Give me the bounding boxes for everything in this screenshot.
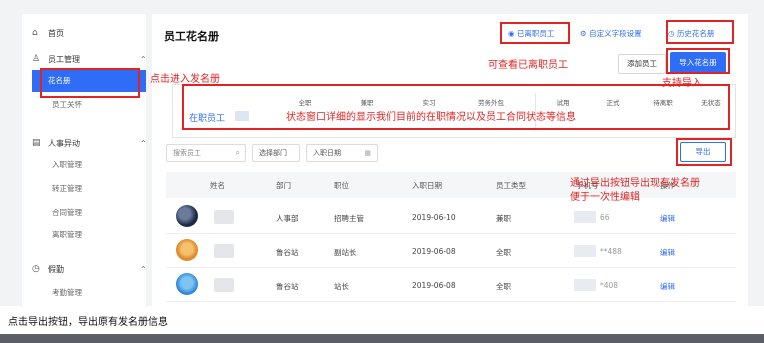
user-icon: ♙ — [32, 54, 41, 64]
annotation-status-detail: 状态窗口详细的显示我们目前的在职情况以及员工合同状态等信息 — [286, 112, 576, 123]
chevron-up-icon: ⌃ — [140, 264, 147, 274]
avatar — [176, 205, 198, 227]
annotation-box-departed — [500, 22, 570, 44]
column-header: 入职日期 — [412, 181, 442, 190]
sidebar-item-leave[interactable]: 离职管理 — [52, 228, 82, 242]
blurred-name — [214, 210, 234, 224]
table-row[interactable]: 鲁谷站 站长 2019-06-08 全职 *408 编辑 — [166, 268, 736, 302]
chevron-up-icon: ⌃ — [140, 54, 147, 64]
cell-phone: 66 — [600, 213, 610, 222]
column-header: 职位 — [334, 181, 349, 190]
cell-type: 全职 — [496, 248, 511, 257]
page-title: 员工花名册 — [164, 30, 219, 43]
annotation-view-departed: 可查看已离职员工 — [488, 60, 568, 71]
column-header: 部门 — [276, 181, 291, 190]
cell-position: 副站长 — [334, 248, 357, 257]
blurred-name — [214, 278, 234, 292]
avatar — [176, 273, 198, 295]
sidebar-item-home[interactable]: ⌂ 首页 — [32, 24, 64, 42]
edit-link[interactable]: 编辑 — [660, 247, 675, 258]
sidebar-group-hr[interactable]: ▤ 人事异动 ⌃ — [32, 134, 147, 152]
edit-link[interactable]: 编辑 — [660, 213, 675, 224]
edit-link[interactable]: 编辑 — [660, 281, 675, 292]
annotation-box-history — [666, 20, 734, 44]
annotation-box-status — [182, 84, 730, 130]
caption: 点击导出按钮，导出原有发名册信息 — [8, 317, 168, 328]
sidebar-item-onboard[interactable]: 入职管理 — [52, 158, 82, 172]
clock-icon: ◷ — [32, 264, 40, 274]
sidebar-group-label: 假勤 — [48, 264, 64, 274]
column-header: 员工类型 — [496, 181, 526, 190]
cell-type: 兼职 — [496, 214, 511, 223]
annotation-box-export — [676, 138, 732, 166]
cell-date: 2019-06-08 — [412, 247, 456, 256]
screenshot-area: ⌂ 首页 ♙ 员工管理 ⌃ 花名册 员工关怀 ▤ 人事异动 ⌃ 入职管理 转正管… — [0, 0, 764, 306]
cell-dept: 鲁谷站 — [276, 282, 299, 291]
annotation-support-import: 支持导入 — [662, 78, 702, 89]
sidebar-group-label: 人事异动 — [48, 138, 80, 148]
cell-date: 2019-06-10 — [412, 213, 456, 222]
cell-phone: *408 — [600, 281, 619, 290]
column-header: 姓名 — [210, 181, 225, 190]
table-row[interactable]: 鲁谷站 副站长 2019-06-08 全职 **488 编辑 — [166, 234, 736, 268]
search-input[interactable]: 搜索员工 ⌕ — [166, 144, 246, 162]
next-screenshot-strip — [0, 334, 764, 343]
sidebar: ⌂ 首页 ♙ 员工管理 ⌃ 花名册 员工关怀 ▤ 人事异动 ⌃ 入职管理 转正管… — [22, 14, 147, 306]
gear-icon: ⚙ — [580, 29, 590, 38]
cell-dept: 人事部 — [276, 214, 299, 223]
search-icon: ⌕ — [235, 148, 240, 157]
chevron-up-icon: ⌃ — [140, 138, 147, 148]
sidebar-item-label: 首页 — [48, 28, 64, 38]
table-row[interactable]: 人事部 招聘主管 2019-06-10 兼职 66 编辑 — [166, 200, 736, 234]
annotation-box-import — [666, 48, 730, 74]
avatar — [176, 239, 198, 261]
cell-phone: **488 — [600, 247, 622, 256]
add-staff-button[interactable]: 添加员工 — [618, 54, 666, 74]
annotation-export-line1: 通过导出按钮导出现有发名册 — [570, 178, 700, 189]
home-icon: ⌂ — [32, 28, 38, 38]
main-panel: 员工花名册 ◉ 已离职员工 ⚙ 自定义字段设置 ◷ 历史花名册 添加员工 导入花… — [152, 14, 748, 306]
cell-type: 全职 — [496, 282, 511, 291]
date-select[interactable]: 入职日期 ▦ — [306, 144, 378, 162]
cell-position: 站长 — [334, 282, 349, 291]
sidebar-item-care[interactable]: 员工关怀 — [52, 98, 82, 112]
department-select[interactable]: 选择部门 — [252, 144, 300, 162]
sidebar-group-staff[interactable]: ♙ 员工管理 ⌃ — [32, 50, 147, 68]
sidebar-item-attendance[interactable]: 考勤管理 — [52, 286, 82, 300]
cell-dept: 鲁谷站 — [276, 248, 299, 257]
document-icon: ▤ — [32, 138, 41, 148]
blurred-name — [214, 244, 234, 258]
sidebar-item-contract[interactable]: 合同管理 — [52, 206, 82, 220]
sidebar-group-label: 员工管理 — [48, 54, 80, 64]
blurred-phone — [574, 211, 596, 223]
sidebar-group-attendance[interactable]: ◷ 假勤 ⌃ — [32, 260, 147, 278]
annotation-export-line2: 便于一次性编辑 — [570, 192, 640, 203]
blurred-phone — [574, 279, 596, 291]
custom-fields-link[interactable]: ⚙ 自定义字段设置 — [580, 27, 642, 41]
cell-date: 2019-06-08 — [412, 281, 456, 290]
blurred-phone — [574, 245, 596, 257]
calendar-icon: ▦ — [364, 149, 371, 157]
annotation-enter-roster: 点击进入发名册 — [150, 74, 220, 85]
annotation-box-roster — [40, 68, 140, 98]
cell-position: 招聘主管 — [334, 214, 364, 223]
sidebar-item-regular[interactable]: 转正管理 — [52, 182, 82, 196]
